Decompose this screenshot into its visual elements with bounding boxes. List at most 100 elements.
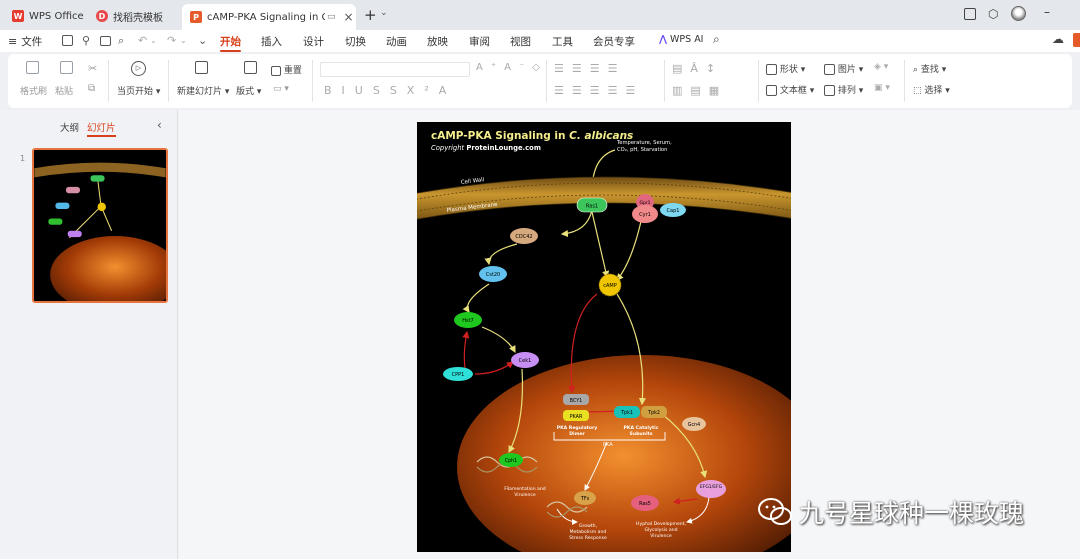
tab-home[interactable]: 开始 (220, 34, 241, 52)
slide[interactable]: cAMP-PKA Signaling in C. albicans Copyri… (417, 122, 791, 552)
undo-dropdown-icon[interactable]: ⌄ (150, 36, 157, 45)
preview-icon[interactable]: ⌕ (118, 34, 124, 48)
copy-icon[interactable]: ⧉ (88, 83, 95, 94)
tab-wps-office[interactable]: W WPS Office (4, 5, 86, 27)
paragraph-icons[interactable]: ▤Â↕ (672, 62, 723, 75)
align-icons[interactable]: ☰☰☰☰☰ (554, 84, 643, 97)
tab-label: WPS Office (29, 10, 84, 22)
search-icon[interactable]: ⌕ (713, 32, 720, 47)
slide-number: 1 (20, 154, 26, 163)
section-icon[interactable]: ▭ ▾ (273, 84, 289, 94)
minimize-icon[interactable]: – (1044, 5, 1050, 19)
node-cdc42: CDC42 (510, 228, 538, 244)
growth-label-3: Stress Response (569, 535, 607, 541)
slides-tab[interactable]: 幻灯片 (87, 120, 116, 137)
more-icon[interactable]: ⌄ (198, 34, 207, 47)
column-icons[interactable]: ▥▤▦ (672, 84, 727, 97)
list-icons[interactable]: ☰☰☰☰ (554, 62, 625, 75)
svg-text:TFs: TFs (580, 496, 590, 502)
tab-tools[interactable]: 工具 (552, 34, 573, 49)
active-tab-underline (220, 50, 241, 52)
file-menu[interactable]: ≡ 文件 (8, 34, 42, 49)
node-cph1: Cph1 (499, 453, 523, 467)
text-format-icons[interactable]: BIUSSX²A (324, 84, 456, 97)
outline-tab[interactable]: 大纲 (60, 120, 79, 134)
node-bcy1: BCY1 (563, 394, 589, 405)
paste-icon[interactable] (60, 61, 73, 77)
cut-icon[interactable]: ✂ (88, 62, 97, 75)
layout-icon[interactable] (244, 61, 257, 77)
chevron-down-icon[interactable]: ⌄ (380, 8, 388, 18)
arrange-button[interactable]: 排列 ▾ (824, 83, 863, 96)
separator (758, 60, 759, 102)
svg-text:CPP1: CPP1 (452, 372, 465, 378)
slide-title: cAMP-PKA Signaling in C. albicans (431, 130, 633, 142)
svg-text:Ras1: Ras1 (586, 204, 598, 210)
paste-label[interactable]: 粘贴 (55, 84, 73, 97)
tab-slideshow[interactable]: 放映 (427, 34, 448, 49)
cube-icon[interactable]: ⬡ (988, 7, 998, 21)
pathway-diagram: cAMP-PKA Signaling in C. albicans Copyri… (417, 130, 791, 552)
tab-presentation[interactable]: P cAMP-PKA Signaling in C. al ▭ × (182, 4, 356, 30)
font-family-select[interactable] (320, 62, 470, 77)
tab-review[interactable]: 审阅 (469, 34, 490, 49)
redo-icon[interactable]: ↷ (167, 34, 176, 47)
redo-dropdown-icon[interactable]: ⌄ (180, 36, 187, 45)
layout-button[interactable]: 版式 ▾ (236, 84, 261, 97)
wechat-icon (758, 498, 792, 525)
new-slide-label: 新建幻灯片 (177, 87, 223, 97)
new-slide-button[interactable]: 新建幻灯片 ▾ (177, 84, 229, 97)
shape-button[interactable]: 形状 ▾ (766, 62, 805, 75)
format-painter-label[interactable]: 格式刷 (20, 84, 47, 97)
tab-design[interactable]: 设计 (303, 34, 324, 49)
shape-label: 形状 (779, 65, 798, 75)
new-slide-icon[interactable] (195, 61, 208, 77)
print-icon[interactable] (100, 36, 111, 46)
tab-view[interactable]: 视图 (510, 34, 531, 49)
separator (108, 60, 109, 102)
svg-text:PKAR: PKAR (570, 414, 583, 420)
avatar[interactable] (1011, 6, 1026, 21)
link-icon[interactable]: ⚲ (82, 34, 90, 47)
picture-button[interactable]: 图片 ▾ (824, 62, 863, 75)
reset-label: 重置 (283, 66, 302, 76)
font-size-icons[interactable]: A⁺A⁻◇ (476, 62, 548, 73)
tab-templates[interactable]: D 找稻壳模板 (88, 5, 180, 27)
cloud-icon[interactable]: ☁ (1052, 32, 1064, 46)
slides-panel: 大纲 幻灯片 ‹ 1 (0, 110, 178, 559)
select-button[interactable]: ⬚ 选择 ▾ (913, 83, 950, 96)
separator (904, 60, 905, 102)
tab-member[interactable]: 会员专享 (593, 34, 635, 49)
find-button[interactable]: ⌕ 查找 ▾ (913, 62, 946, 75)
growth-label-1: Growth, (579, 523, 598, 529)
svg-text:Cek1: Cek1 (519, 358, 532, 364)
from-start-button[interactable]: 当页开始 ▾ (117, 84, 160, 97)
tab-transition[interactable]: 切换 (345, 34, 366, 49)
textbox-button[interactable]: 文本框 ▾ (766, 83, 814, 96)
save-icon[interactable] (62, 35, 73, 46)
picture-label: 图片 (837, 65, 856, 75)
format-painter-icon[interactable] (26, 61, 39, 77)
tab-insert[interactable]: 插入 (261, 34, 282, 49)
new-tab-button[interactable]: + (364, 6, 377, 24)
share-button[interactable] (1073, 33, 1080, 47)
menu-bar: ≡ 文件 ⚲ ⌕ ↶ ⌄ ↷ ⌄ ⌄ 开始 插入 设计 切换 动画 放映 审阅 … (0, 30, 1080, 52)
tab-animation[interactable]: 动画 (386, 34, 407, 49)
wps-ai-button[interactable]: ⋀ WPS AI (659, 34, 704, 45)
undo-icon[interactable]: ↶ (138, 34, 147, 47)
play-icon[interactable]: ▷ (131, 61, 146, 76)
select-label: 选择 (924, 86, 943, 96)
monitor-icon[interactable]: ▭ (327, 12, 336, 22)
fill-icon[interactable]: ◈ ▾ (874, 62, 888, 72)
node-tpk1: Tpk1 (614, 406, 640, 418)
collapse-panel-icon[interactable]: ‹ (157, 118, 162, 132)
wps-logo-icon: W (12, 10, 24, 22)
reset-button[interactable]: 重置 (271, 63, 302, 76)
separator (312, 60, 313, 102)
node-pkar: PKAR (563, 410, 589, 421)
layout-icon[interactable] (964, 8, 976, 20)
hamburger-icon: ≡ (8, 35, 18, 48)
close-icon[interactable]: × (344, 10, 354, 24)
slide-thumbnail[interactable] (32, 148, 168, 303)
outline-icon[interactable]: ▣ ▾ (874, 83, 890, 93)
